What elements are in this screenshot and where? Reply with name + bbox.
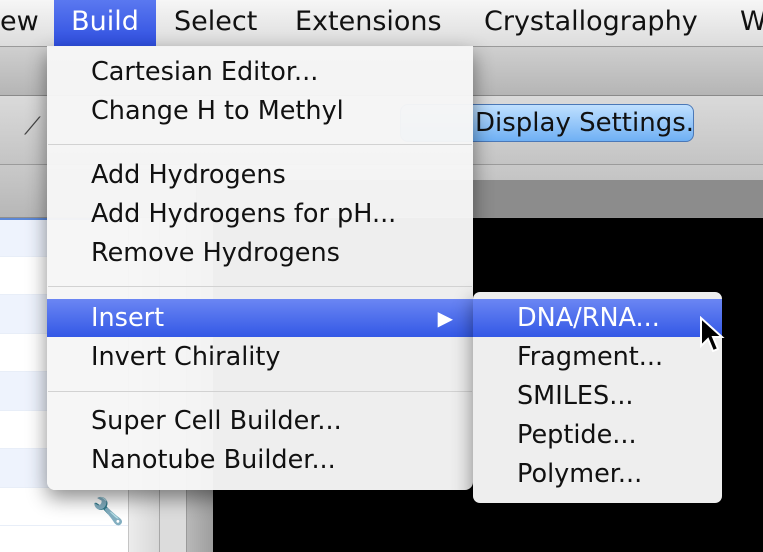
menu-item-remove-hydrogens[interactable]: Remove Hydrogens [47, 234, 473, 272]
menu-window[interactable]: W [740, 0, 763, 46]
menu-item-insert-label: Insert [91, 303, 165, 333]
wrench-icon[interactable]: 🔧 [92, 497, 124, 527]
build-menu: Cartesian Editor... Change H to Methyl A… [47, 46, 473, 490]
menu-item-change-h-to-methyl[interactable]: Change H to Methyl [47, 92, 473, 130]
menu-extensions[interactable]: Extensions [295, 0, 442, 46]
submenu-item-smiles[interactable]: SMILES... [473, 377, 722, 415]
menu-item-add-hydrogens[interactable]: Add Hydrogens [47, 156, 473, 194]
menu-build[interactable]: Build [54, 0, 156, 46]
menu-item-insert[interactable]: Insert ▶ [47, 299, 473, 337]
menu-select[interactable]: Select [174, 0, 257, 46]
submenu-item-fragment[interactable]: Fragment... [473, 338, 722, 376]
menu-separator [48, 286, 472, 287]
menu-separator [48, 144, 472, 145]
submenu-item-polymer[interactable]: Polymer... [473, 455, 722, 493]
submenu-item-peptide[interactable]: Peptide... [473, 416, 722, 454]
menu-crystallography[interactable]: Crystallography [484, 0, 698, 46]
menu-item-add-hydrogens-ph[interactable]: Add Hydrogens for pH... [47, 195, 473, 233]
menu-item-cartesian-editor[interactable]: Cartesian Editor... [47, 53, 473, 91]
mouse-cursor-icon [700, 316, 725, 353]
submenu-arrow-icon: ▶ [437, 306, 453, 330]
tool-icon[interactable]: ⟋ [24, 112, 41, 140]
menu-view[interactable]: ew [0, 0, 50, 46]
insert-submenu: DNA/RNA... Fragment... SMILES... Peptide… [473, 292, 722, 503]
menu-item-super-cell-builder[interactable]: Super Cell Builder... [47, 402, 473, 440]
menu-separator [48, 391, 472, 392]
submenu-item-dna-rna[interactable]: DNA/RNA... [473, 299, 722, 337]
menu-bar: ew Build Select Extensions Crystallograp… [0, 0, 763, 47]
menu-item-nanotube-builder[interactable]: Nanotube Builder... [47, 441, 473, 479]
menu-item-invert-chirality[interactable]: Invert Chirality [47, 338, 473, 376]
